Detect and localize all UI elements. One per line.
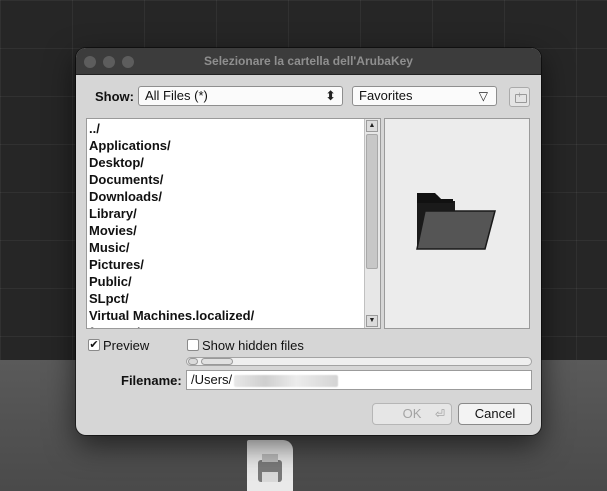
title-bar[interactable]: Selezionare la cartella dell'ArubaKey — [76, 48, 541, 75]
location-select[interactable]: Favorites ▽ — [352, 86, 497, 106]
checkmark-icon: ✔ — [89, 339, 99, 351]
cancel-button[interactable]: Cancel — [458, 403, 532, 425]
file-list-item[interactable]: Applications/ — [89, 137, 364, 154]
file-list-item[interactable]: Library/ — [89, 205, 364, 222]
show-hidden-files-label[interactable]: Show hidden files — [202, 338, 304, 353]
file-list[interactable]: ../Applications/Desktop/Documents/Downlo… — [86, 118, 381, 329]
scroll-down-arrow-icon[interactable]: ▼ — [366, 315, 378, 327]
file-list-item[interactable]: Downloads/ — [89, 188, 364, 205]
filename-value: /Users/ — [191, 372, 233, 387]
file-list-item[interactable]: Music/ — [89, 239, 364, 256]
file-list-scrollbar[interactable]: ▲ ▼ — [364, 119, 380, 328]
preview-pane — [384, 118, 530, 329]
new-folder-button[interactable] — [509, 87, 530, 107]
redacted-text — [234, 374, 339, 387]
show-hidden-files-checkbox[interactable] — [187, 339, 199, 351]
file-list-item[interactable]: Virtual Machines.localized/ — [89, 307, 364, 324]
file-list-items: ../Applications/Desktop/Documents/Downlo… — [89, 120, 364, 328]
slider-knob[interactable] — [188, 358, 198, 365]
ok-button[interactable]: OK ⏎ — [372, 403, 452, 425]
location-value: Favorites — [359, 88, 413, 103]
preview-label[interactable]: Preview — [103, 338, 149, 353]
file-list-item[interactable]: Public/ — [89, 273, 364, 290]
file-list-item[interactable]: for mac/ — [89, 324, 364, 328]
folder-select-dialog: Selezionare la cartella dell'ArubaKey Sh… — [76, 48, 541, 435]
scroll-thumb[interactable] — [366, 134, 378, 269]
file-list-item[interactable]: Desktop/ — [89, 154, 364, 171]
chevron-down-icon: ▽ — [478, 89, 488, 103]
file-filter-value: All Files (*) — [145, 88, 208, 103]
preview-checkbox[interactable]: ✔ — [88, 339, 100, 351]
return-key-icon: ⏎ — [434, 407, 445, 421]
file-list-item[interactable]: SLpct/ — [89, 290, 364, 307]
printer-file-icon[interactable] — [247, 440, 293, 491]
slider-range[interactable] — [201, 358, 233, 365]
folder-icon — [416, 193, 496, 250]
new-folder-icon — [515, 90, 527, 103]
filename-label: Filename: — [121, 373, 182, 388]
filename-input[interactable]: /Users/ — [186, 370, 532, 390]
scroll-up-arrow-icon[interactable]: ▲ — [366, 120, 378, 132]
column-slider[interactable] — [186, 357, 532, 366]
up-down-chevron-icon: ⬍ — [325, 88, 336, 103]
show-label: Show: — [95, 89, 134, 104]
file-filter-select[interactable]: All Files (*) ⬍ — [138, 86, 343, 106]
dialog-title: Selezionare la cartella dell'ArubaKey — [204, 54, 413, 68]
file-list-item[interactable]: Movies/ — [89, 222, 364, 239]
file-list-item[interactable]: Documents/ — [89, 171, 364, 188]
file-list-item[interactable]: Pictures/ — [89, 256, 364, 273]
ok-label: OK — [402, 406, 422, 421]
printer-glyph — [258, 454, 282, 482]
file-list-item[interactable]: ../ — [89, 120, 364, 137]
